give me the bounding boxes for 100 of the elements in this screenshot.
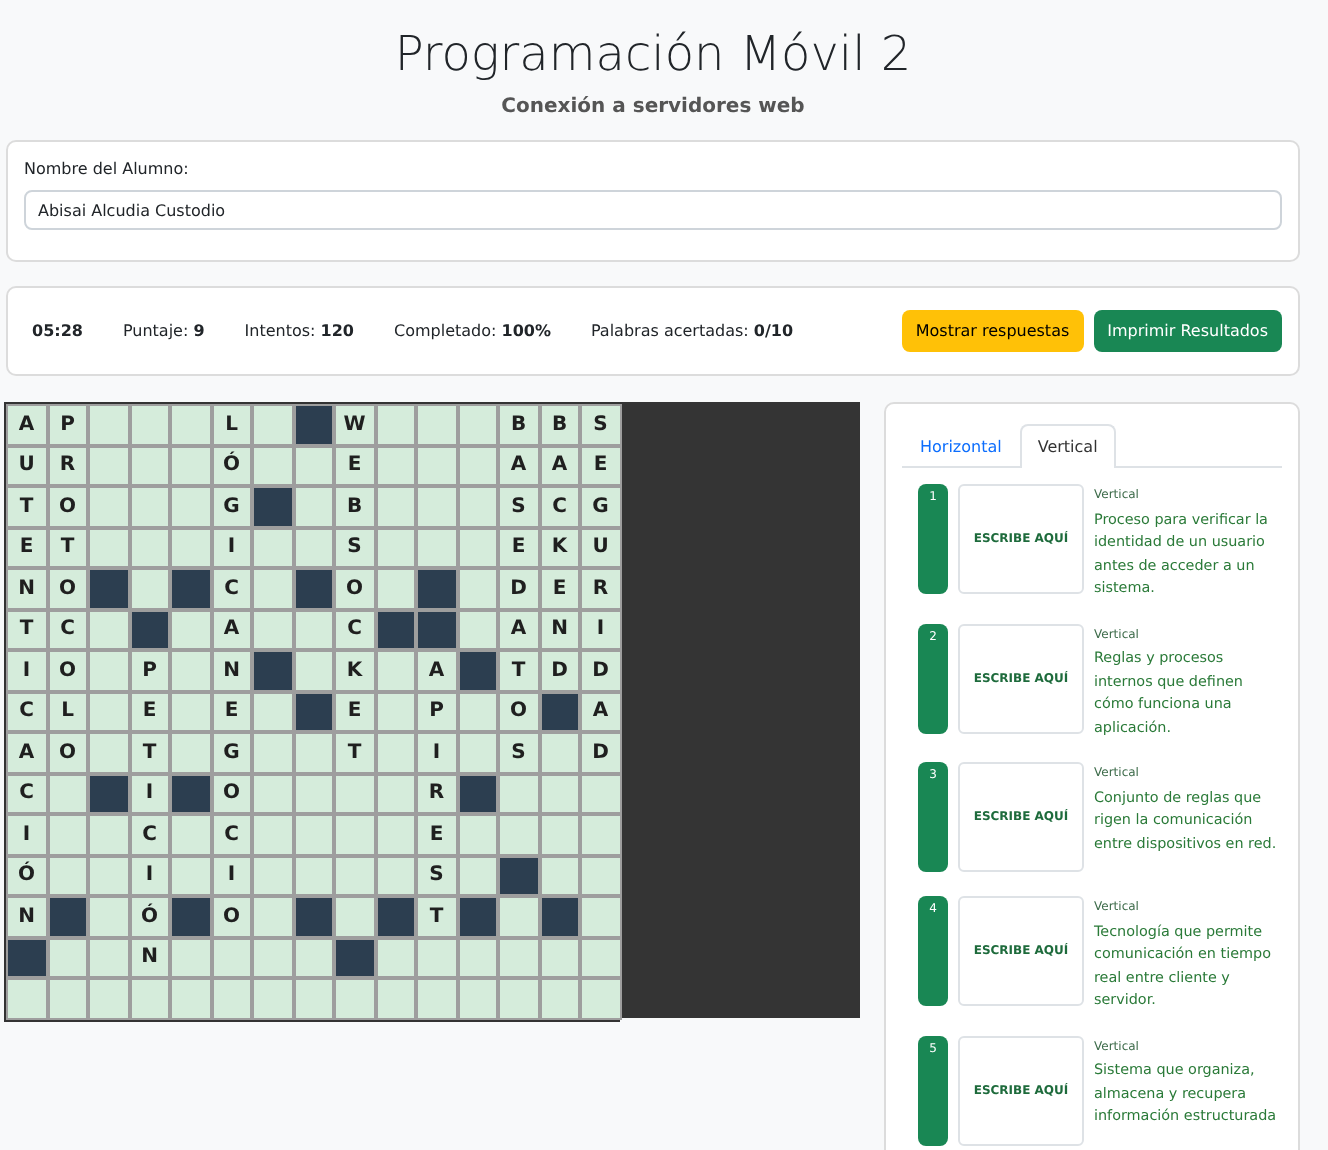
crossword-cell[interactable] — [170, 978, 211, 1019]
crossword-cell[interactable] — [252, 978, 293, 1019]
crossword-cell[interactable]: C — [6, 691, 47, 732]
crossword-cell[interactable] — [539, 814, 580, 855]
crossword-cell[interactable] — [252, 527, 293, 568]
crossword-cell[interactable] — [375, 691, 416, 732]
crossword-cell[interactable]: O — [334, 568, 375, 609]
crossword-cell[interactable] — [170, 404, 211, 445]
crossword-cell[interactable]: E — [498, 527, 539, 568]
crossword-cell[interactable]: Ó — [6, 855, 47, 896]
crossword-cell[interactable] — [416, 445, 457, 486]
crossword-cell[interactable] — [293, 486, 334, 527]
crossword-cell[interactable] — [375, 732, 416, 773]
crossword-cell[interactable]: B — [334, 486, 375, 527]
crossword-cell[interactable] — [293, 773, 334, 814]
crossword-cell[interactable] — [539, 855, 580, 896]
crossword-cell[interactable]: E — [129, 691, 170, 732]
crossword-cell[interactable]: L — [211, 404, 252, 445]
crossword-cell[interactable]: I — [6, 650, 47, 691]
crossword-cell[interactable] — [252, 937, 293, 978]
crossword-cell[interactable]: I — [6, 814, 47, 855]
crossword-cell[interactable] — [293, 855, 334, 896]
crossword-cell[interactable] — [457, 445, 498, 486]
crossword-cell[interactable] — [129, 404, 170, 445]
crossword-cell[interactable] — [457, 814, 498, 855]
crossword-cell[interactable]: S — [416, 855, 457, 896]
crossword-cell[interactable]: A — [211, 609, 252, 650]
crossword-cell[interactable] — [88, 609, 129, 650]
crossword-cell[interactable] — [457, 486, 498, 527]
crossword-cell[interactable]: E — [580, 445, 621, 486]
crossword-cell[interactable] — [88, 445, 129, 486]
crossword-cell[interactable]: L — [47, 691, 88, 732]
crossword-cell[interactable] — [334, 896, 375, 937]
crossword-cell[interactable]: C — [211, 568, 252, 609]
crossword-cell[interactable] — [498, 896, 539, 937]
crossword-cell[interactable] — [457, 527, 498, 568]
crossword-cell[interactable] — [252, 773, 293, 814]
crossword-cell[interactable] — [293, 650, 334, 691]
crossword-cell[interactable]: O — [498, 691, 539, 732]
crossword-cell[interactable]: B — [498, 404, 539, 445]
crossword-cell[interactable]: A — [6, 404, 47, 445]
crossword-cell[interactable] — [88, 691, 129, 732]
crossword-cell[interactable] — [88, 814, 129, 855]
crossword-cell[interactable] — [211, 937, 252, 978]
crossword-cell[interactable] — [88, 896, 129, 937]
crossword-cell[interactable] — [375, 486, 416, 527]
crossword-cell[interactable] — [375, 978, 416, 1019]
crossword-cell[interactable]: T — [416, 896, 457, 937]
crossword-cell[interactable] — [252, 691, 293, 732]
crossword-cell[interactable] — [170, 445, 211, 486]
crossword-cell[interactable]: C — [539, 486, 580, 527]
crossword-cell[interactable]: B — [539, 404, 580, 445]
tab[interactable]: Horizontal — [902, 424, 1020, 468]
crossword-cell[interactable] — [47, 855, 88, 896]
crossword-cell[interactable] — [457, 732, 498, 773]
crossword-cell[interactable]: I — [416, 732, 457, 773]
crossword-cell[interactable] — [457, 609, 498, 650]
crossword-cell[interactable]: C — [47, 609, 88, 650]
crossword-cell[interactable]: R — [416, 773, 457, 814]
crossword-cell[interactable]: T — [129, 732, 170, 773]
crossword-cell[interactable] — [170, 855, 211, 896]
crossword-cell[interactable] — [457, 568, 498, 609]
crossword-cell[interactable] — [88, 855, 129, 896]
crossword-cell[interactable]: N — [129, 937, 170, 978]
crossword-cell[interactable]: I — [211, 855, 252, 896]
crossword-cell[interactable]: S — [580, 404, 621, 445]
crossword-cell[interactable] — [375, 404, 416, 445]
crossword-cell[interactable] — [580, 773, 621, 814]
crossword-cell[interactable] — [170, 814, 211, 855]
crossword-cell[interactable]: C — [6, 773, 47, 814]
crossword-cell[interactable]: T — [498, 650, 539, 691]
crossword-cell[interactable] — [416, 978, 457, 1019]
crossword-cell[interactable] — [252, 404, 293, 445]
crossword-cell[interactable] — [293, 445, 334, 486]
crossword-cell[interactable] — [539, 732, 580, 773]
crossword-cell[interactable] — [170, 486, 211, 527]
crossword-cell[interactable] — [88, 404, 129, 445]
crossword-cell[interactable] — [293, 732, 334, 773]
crossword-cell[interactable] — [129, 568, 170, 609]
crossword-cell[interactable]: I — [211, 527, 252, 568]
crossword-cell[interactable] — [580, 855, 621, 896]
crossword-cell[interactable]: P — [47, 404, 88, 445]
crossword-cell[interactable] — [293, 609, 334, 650]
crossword-cell[interactable]: G — [580, 486, 621, 527]
crossword-cell[interactable] — [129, 527, 170, 568]
crossword-cell[interactable] — [252, 732, 293, 773]
crossword-cell[interactable] — [416, 486, 457, 527]
crossword-cell[interactable] — [498, 814, 539, 855]
crossword-cell[interactable]: O — [47, 650, 88, 691]
crossword-cell[interactable] — [170, 650, 211, 691]
crossword-cell[interactable] — [88, 937, 129, 978]
crossword-cell[interactable]: K — [539, 527, 580, 568]
crossword-cell[interactable] — [252, 896, 293, 937]
crossword-cell[interactable] — [375, 814, 416, 855]
crossword-cell[interactable]: W — [334, 404, 375, 445]
crossword-cell[interactable] — [375, 568, 416, 609]
crossword-cell[interactable] — [416, 937, 457, 978]
crossword-cell[interactable] — [170, 691, 211, 732]
crossword-cell[interactable] — [375, 937, 416, 978]
crossword-cell[interactable]: S — [498, 732, 539, 773]
